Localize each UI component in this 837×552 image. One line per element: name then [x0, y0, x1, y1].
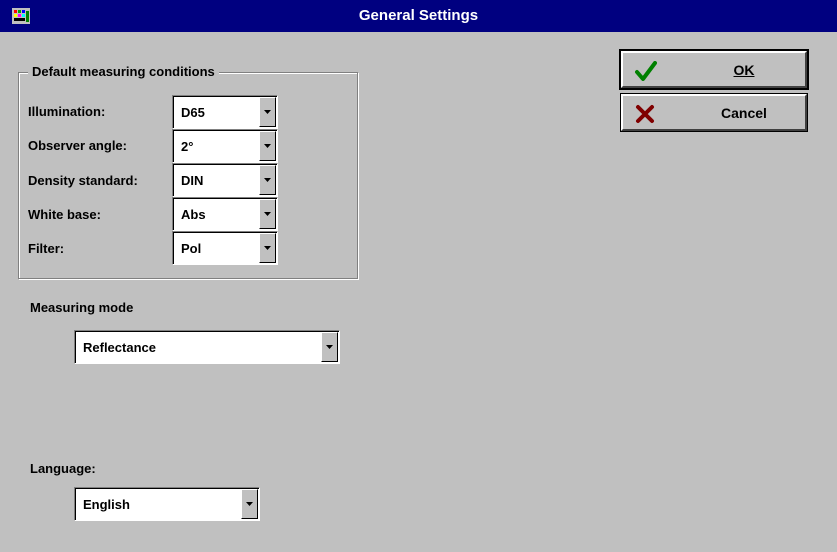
ok-button-label: OK	[683, 53, 805, 86]
measuring-mode-select[interactable]: Reflectance	[74, 330, 340, 364]
white-base-value: Abs	[181, 206, 206, 222]
ok-label-text: OK	[733, 61, 755, 78]
density-standard-select[interactable]: DIN	[172, 163, 278, 197]
ok-button[interactable]: OK	[619, 49, 809, 90]
filter-value: Pol	[181, 240, 202, 256]
chevron-down-icon	[326, 345, 333, 349]
language-value: English	[83, 496, 130, 512]
density-standard-dropdown-button[interactable]	[259, 165, 276, 195]
default-conditions-label: Default measuring conditions	[28, 64, 219, 79]
chevron-down-icon	[264, 212, 271, 216]
chevron-down-icon	[264, 144, 271, 148]
density-standard-label: Density standard:	[28, 173, 138, 188]
window-title: General Settings	[358, 7, 479, 24]
title-bar[interactable]: General Settings	[0, 0, 837, 32]
measuring-mode-value: Reflectance	[83, 339, 156, 355]
observer-angle-value: 2°	[181, 138, 194, 154]
white-base-dropdown-button[interactable]	[259, 199, 276, 229]
cancel-button-label: Cancel	[683, 96, 805, 129]
measuring-mode-label: Measuring mode	[30, 300, 134, 315]
white-base-select[interactable]: Abs	[172, 197, 278, 231]
filter-dropdown-button[interactable]	[259, 233, 276, 263]
chevron-down-icon	[246, 502, 253, 506]
illumination-value: D65	[181, 104, 205, 120]
measuring-mode-dropdown-button[interactable]	[321, 332, 338, 362]
illumination-label: Illumination:	[28, 104, 106, 119]
chevron-down-icon	[264, 110, 271, 114]
language-label: Language:	[30, 461, 96, 476]
observer-angle-select[interactable]: 2°	[172, 129, 278, 163]
close-icon	[636, 105, 654, 123]
chevron-down-icon	[264, 246, 271, 250]
filter-label: Filter:	[28, 241, 65, 256]
illumination-dropdown-button[interactable]	[259, 97, 276, 127]
chevron-down-icon	[264, 178, 271, 182]
checkmark-icon	[635, 61, 657, 81]
filter-select[interactable]: Pol	[172, 231, 278, 265]
illumination-select[interactable]: D65	[172, 95, 278, 129]
observer-angle-dropdown-button[interactable]	[259, 131, 276, 161]
language-select[interactable]: English	[74, 487, 260, 521]
cancel-label-text: Cancel	[721, 104, 767, 121]
observer-angle-label: Observer angle:	[28, 138, 127, 153]
language-dropdown-button[interactable]	[241, 489, 258, 519]
white-base-label: White base:	[28, 207, 101, 222]
density-standard-value: DIN	[181, 172, 204, 188]
cancel-button[interactable]: Cancel	[620, 93, 808, 132]
